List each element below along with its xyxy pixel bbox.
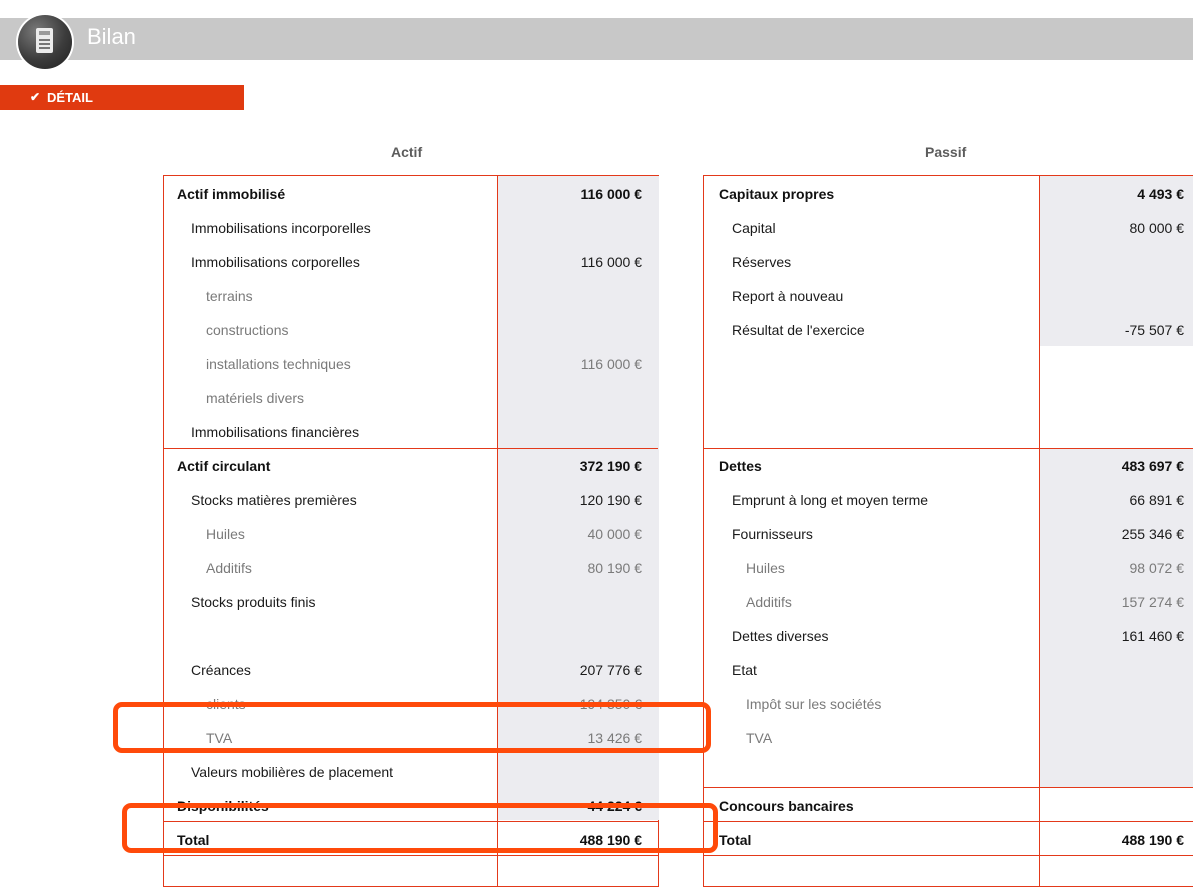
passif-row-value: 488 190 €: [1121, 832, 1184, 848]
actif-row: Immobilisations financières: [164, 414, 658, 448]
actif-row-value: 40 000 €: [587, 526, 643, 542]
passif-row-value: 483 697 €: [1121, 458, 1184, 474]
passif-row: [704, 380, 1193, 414]
passif-row-label: Concours bancaires: [719, 798, 854, 814]
actif-row-label: Stocks produits finis: [191, 594, 316, 610]
passif-row-label: Huiles: [746, 560, 785, 576]
passif-row: Huiles 98 072 €: [704, 550, 1193, 584]
actif-row: Huiles 40 000 €: [164, 516, 658, 550]
actif-row-label: terrains: [206, 288, 253, 304]
passif-row-value: 161 460 €: [1121, 628, 1184, 644]
passif-row: [704, 754, 1193, 788]
passif-row: Dettes diverses 161 460 €: [704, 618, 1193, 652]
actif-row-label: Actif circulant: [177, 458, 271, 474]
actif-row: [164, 618, 658, 652]
passif-table: Capitaux propres 4 493 € Capital 80 000 € Ré…: [703, 175, 1193, 887]
actif-row: constructions: [164, 312, 658, 346]
actif-row: Actif immobilisé 116 000 €: [164, 176, 658, 210]
actif-row-value: 116 000 €: [580, 254, 642, 270]
actif-row-value: 116 000 €: [580, 186, 642, 202]
detail-toggle-button[interactable]: ✔ DÉTAIL: [0, 85, 244, 110]
passif-row-value: 80 000 €: [1129, 220, 1185, 236]
passif-row-label: Capitaux propres: [719, 186, 835, 202]
actif-row: matériels divers: [164, 380, 658, 414]
passif-row-label: TVA: [746, 730, 773, 746]
actif-row-value: 207 776 €: [579, 662, 642, 678]
passif-row: [704, 346, 1193, 380]
highlight-disponibilites: [122, 803, 718, 853]
actif-row: terrains: [164, 278, 658, 312]
passif-row-value: -75 507 €: [1124, 322, 1184, 338]
actif-row-value: 116 000 €: [580, 356, 642, 372]
passif-row: Résultat de l'exercice -75 507 €: [704, 312, 1193, 346]
passif-row-value: 255 346 €: [1121, 526, 1184, 542]
actif-row-label: Actif immobilisé: [177, 186, 286, 202]
passif-row: Total 488 190 €: [704, 822, 1193, 856]
passif-row-value: 98 072 €: [1129, 560, 1185, 576]
actif-row-label: constructions: [206, 322, 289, 338]
actif-row: Immobilisations corporelles 116 000 €: [164, 244, 658, 278]
passif-row-value: 4 493 €: [1137, 186, 1184, 202]
actif-row: Actif circulant 372 190 €: [164, 448, 658, 482]
actif-row: installations techniques 116 000 €: [164, 346, 658, 380]
passif-row-value: 66 891 €: [1129, 492, 1185, 508]
actif-heading: Actif: [391, 144, 423, 160]
passif-row: Réserves: [704, 244, 1193, 278]
passif-heading: Passif: [925, 144, 967, 160]
passif-row-label: Réserves: [732, 254, 792, 270]
passif-row: Dettes 483 697 €: [704, 448, 1193, 482]
actif-row-label: installations techniques: [206, 356, 351, 372]
passif-row-label: Fournisseurs: [732, 526, 813, 542]
actif-row-label: Immobilisations financières: [191, 424, 360, 440]
passif-row: Emprunt à long et moyen terme 66 891 €: [704, 482, 1193, 516]
actif-row: Valeurs mobilières de placement: [164, 754, 658, 788]
passif-row: Additifs 157 274 €: [704, 584, 1193, 618]
passif-row-label: Total: [719, 832, 752, 848]
passif-row: Capital 80 000 €: [704, 210, 1193, 244]
passif-row: Concours bancaires: [704, 788, 1193, 822]
passif-row: Fournisseurs 255 346 €: [704, 516, 1193, 550]
check-icon: ✔: [30, 90, 41, 104]
actif-row-label: Immobilisations incorporelles: [191, 220, 371, 236]
title-bar: [0, 18, 1193, 60]
page-title: Bilan: [87, 24, 136, 49]
passif-row: [704, 414, 1193, 448]
actif-row-label: Additifs: [206, 560, 252, 576]
passif-row: TVA: [704, 720, 1193, 754]
actif-row-value: 80 190 €: [587, 560, 643, 576]
calculator-icon: [18, 15, 72, 69]
actif-row-value: 372 190 €: [579, 458, 642, 474]
passif-row-label: Capital: [732, 220, 776, 236]
passif-row-label: Dettes: [719, 458, 762, 474]
actif-row: Stocks produits finis: [164, 584, 658, 618]
passif-row: Impôt sur les sociétés: [704, 686, 1193, 720]
actif-row-label: Créances: [191, 662, 251, 678]
actif-row-value: 120 190 €: [579, 492, 642, 508]
actif-row-label: Valeurs mobilières de placement: [191, 764, 394, 780]
actif-row-label: Huiles: [206, 526, 245, 542]
passif-row-label: Impôt sur les sociétés: [746, 696, 882, 712]
actif-row-label: matériels divers: [206, 390, 305, 406]
actif-row: Additifs 80 190 €: [164, 550, 658, 584]
passif-row: Etat: [704, 652, 1193, 686]
passif-row-label: Report à nouveau: [732, 288, 844, 304]
actif-row: Immobilisations incorporelles: [164, 210, 658, 244]
passif-row-label: Dettes diverses: [732, 628, 829, 644]
passif-row-label: Etat: [732, 662, 757, 678]
passif-row-label: Additifs: [746, 594, 792, 610]
passif-row-label: Emprunt à long et moyen terme: [732, 492, 929, 508]
passif-row-label: Résultat de l'exercice: [732, 322, 865, 338]
actif-table: Actif immobilisé 116 000 € Immobilisations…: [163, 175, 659, 887]
passif-row-value: 157 274 €: [1121, 594, 1184, 610]
detail-label: DÉTAIL: [47, 90, 93, 105]
actif-row-label: Immobilisations corporelles: [191, 254, 360, 270]
actif-row: Créances 207 776 €: [164, 652, 658, 686]
highlight-clients: [113, 702, 711, 753]
passif-row: Capitaux propres 4 493 €: [704, 176, 1193, 210]
actif-row: Stocks matières premières 120 190 €: [164, 482, 658, 516]
passif-row: Report à nouveau: [704, 278, 1193, 312]
actif-row-label: Stocks matières premières: [191, 492, 357, 508]
